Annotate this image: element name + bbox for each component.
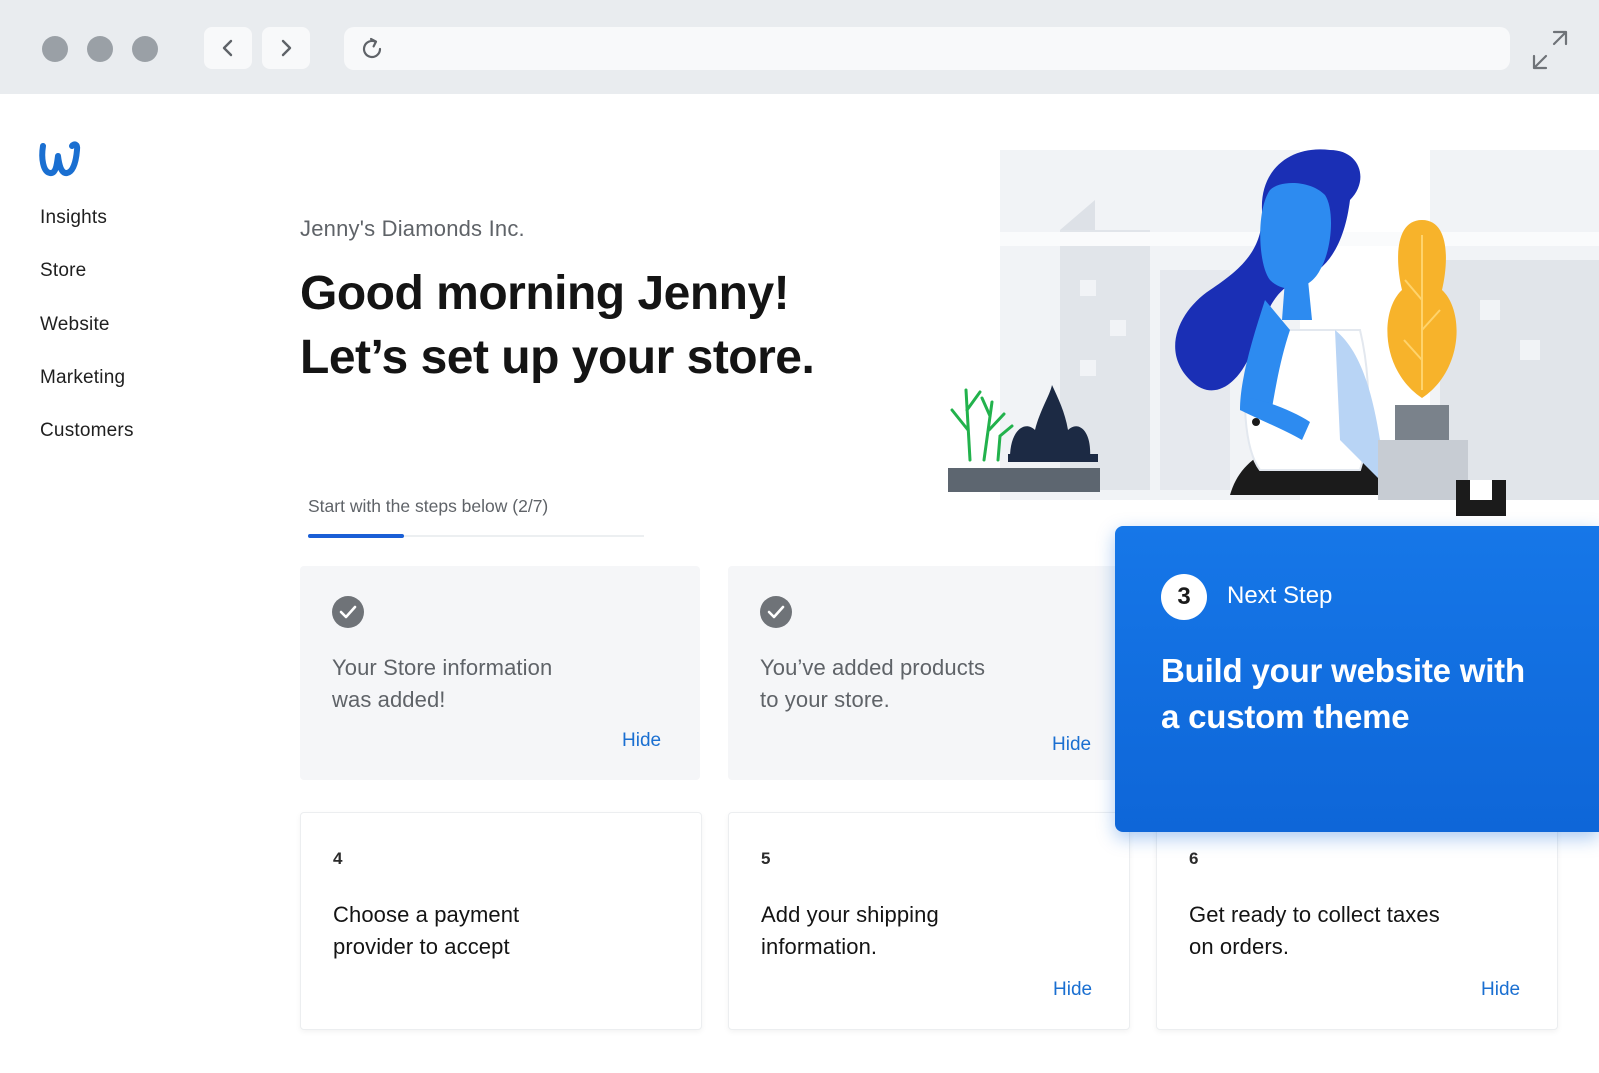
step-card-text-line: was added!: [332, 687, 446, 712]
next-step-number: 3: [1161, 574, 1207, 620]
chevron-right-icon: [281, 39, 292, 57]
next-step-title-line: Build your website with: [1161, 652, 1525, 689]
weebly-logo-icon[interactable]: [38, 140, 84, 180]
step-card-text-line: on orders.: [1189, 934, 1290, 959]
greeting-line: Good morning Jenny!: [300, 267, 790, 320]
step-card-payment[interactable]: 4 Choose a payment provider to accept: [300, 812, 702, 1030]
step-card-text-line: You’ve added products: [760, 655, 986, 680]
window-maximize-button[interactable]: [132, 36, 158, 62]
expand-icon[interactable]: [1528, 28, 1572, 72]
sidebar-nav: Insights Store Website Marketing Custome…: [40, 204, 134, 470]
step-card-text: Add your shipping information.: [761, 899, 939, 963]
next-step-label: Next Step: [1227, 582, 1333, 609]
woman-thinking-illustration: [948, 149, 1599, 516]
checkmark-icon: [332, 596, 364, 628]
reload-icon[interactable]: [358, 35, 386, 63]
window-minimize-button[interactable]: [87, 36, 113, 62]
step-card-text-line: Get ready to collect taxes: [1189, 902, 1440, 927]
sidebar-item-insights[interactable]: Insights: [40, 204, 134, 257]
sidebar-item-store[interactable]: Store: [40, 257, 134, 310]
page-title: Good morning Jenny! Let’s set up your st…: [300, 262, 940, 390]
step-card-text-line: Your Store information: [332, 655, 553, 680]
step-card-text-line: Choose a payment: [333, 902, 520, 927]
sidebar-item-customers[interactable]: Customers: [40, 417, 134, 470]
hide-link[interactable]: Hide: [1052, 734, 1091, 756]
forward-button[interactable]: [262, 27, 310, 69]
step-card-text-line: to your store.: [760, 687, 890, 712]
step-number: 6: [1189, 849, 1199, 868]
window-close-button[interactable]: [42, 36, 68, 62]
steps-progress-bar: [308, 534, 644, 538]
chevron-left-icon: [222, 39, 233, 57]
company-name: Jenny's Diamonds Inc.: [300, 216, 525, 241]
greeting-subline: Let’s set up your store.: [300, 331, 815, 384]
next-step-card[interactable]: 3 Next Step Build your website with a cu…: [1115, 526, 1599, 832]
back-button[interactable]: [204, 27, 252, 69]
step-card-text: Get ready to collect taxes on orders.: [1189, 899, 1440, 963]
step-card-taxes[interactable]: 6 Get ready to collect taxes on orders. …: [1156, 812, 1558, 1030]
step-number: 4: [333, 849, 343, 868]
hide-link[interactable]: Hide: [1481, 979, 1520, 1001]
step-card-store-info: Your Store information was added! Hide: [300, 566, 700, 780]
step-card-text-line: information.: [761, 934, 878, 959]
sidebar-item-marketing[interactable]: Marketing: [40, 364, 134, 417]
step-card-shipping[interactable]: 5 Add your shipping information. Hide: [728, 812, 1130, 1030]
step-card-text: Choose a payment provider to accept: [333, 899, 519, 963]
step-card-text-line: Add your shipping: [761, 902, 939, 927]
hide-link[interactable]: Hide: [1053, 979, 1092, 1001]
sidebar-item-website[interactable]: Website: [40, 311, 134, 364]
address-bar[interactable]: [344, 27, 1510, 70]
step-number: 5: [761, 849, 771, 868]
next-step-title: Build your website with a custom theme: [1161, 648, 1571, 740]
step-card-text-line: provider to accept: [333, 934, 510, 959]
hide-link[interactable]: Hide: [622, 730, 661, 752]
step-card-products: You’ve added products to your store. Hid…: [728, 566, 1128, 780]
browser-chrome: [0, 0, 1599, 94]
steps-progress-fill: [308, 534, 404, 538]
step-card-text: Your Store information was added!: [332, 652, 552, 716]
step-card-text: You’ve added products to your store.: [760, 652, 985, 716]
next-step-title-line: a custom theme: [1161, 698, 1410, 735]
checkmark-icon: [760, 596, 792, 628]
steps-progress-label: Start with the steps below (2/7): [308, 496, 549, 516]
